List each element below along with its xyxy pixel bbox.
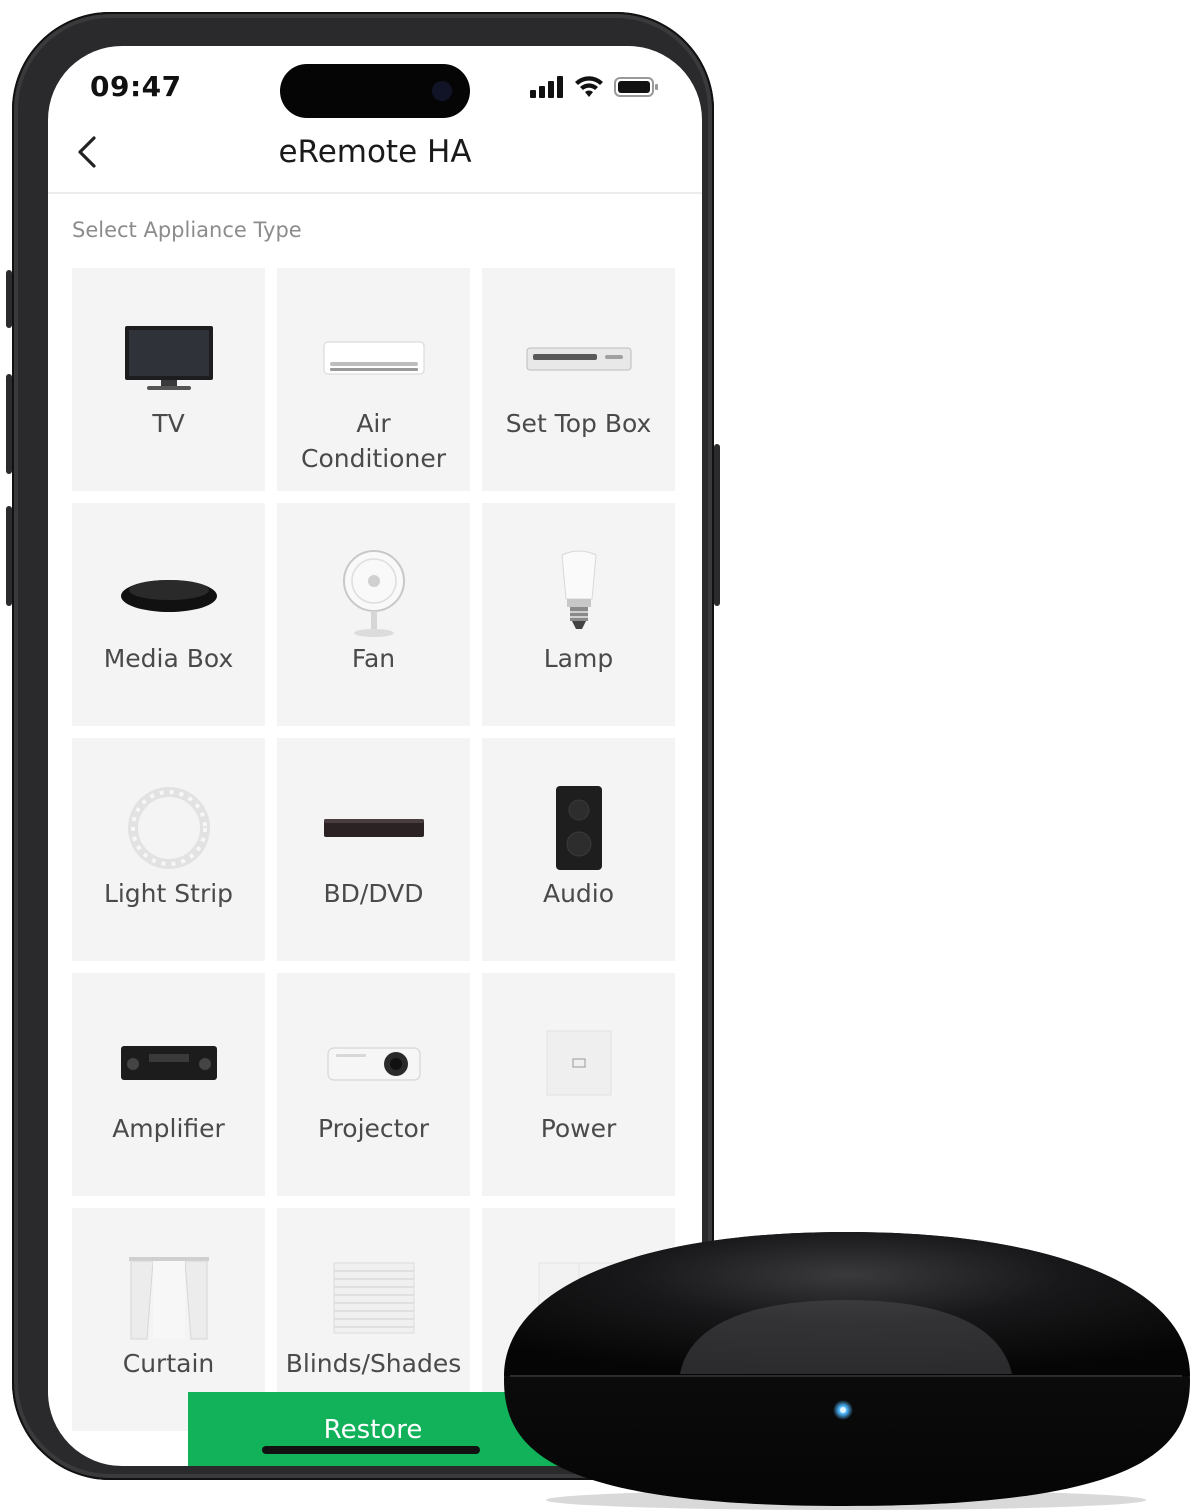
- tile-label: BD/DVD: [323, 879, 424, 908]
- appliance-tile-air-conditioner[interactable]: Air Conditioner: [277, 268, 470, 491]
- tile-label: Media Box: [103, 644, 234, 673]
- home-indicator[interactable]: [262, 1446, 480, 1454]
- tile-label: Set Top Box: [505, 409, 652, 438]
- audio-speaker-icon: [555, 786, 602, 870]
- appliance-tile-lamp[interactable]: Lamp: [482, 503, 675, 726]
- appliance-tile-light-strip[interactable]: Light Strip: [72, 738, 265, 961]
- amplifier-icon: [120, 1046, 217, 1080]
- tile-label: TV: [152, 409, 185, 438]
- dynamic-island: [280, 64, 470, 118]
- tile-label: Power: [540, 1114, 617, 1143]
- appliance-tile-fan[interactable]: Fan: [277, 503, 470, 726]
- appliance-tile-tv[interactable]: TV: [72, 268, 265, 491]
- appliance-tile-audio[interactable]: Audio: [482, 738, 675, 961]
- appliance-tile-set-top-box[interactable]: Set Top Box: [482, 268, 675, 491]
- appliance-tile-bd-dvd[interactable]: BD/DVD: [277, 738, 470, 961]
- lamp-icon: [560, 550, 597, 629]
- phone-volume-up-button: [6, 374, 12, 474]
- tile-label: Lamp: [543, 644, 614, 673]
- signal-icon: [530, 76, 563, 98]
- fan-icon: [342, 550, 405, 637]
- tv-icon: [124, 326, 213, 390]
- set-top-box-icon: [526, 347, 631, 371]
- tile-label: Air Conditioner: [301, 409, 446, 473]
- tile-label: Amplifier: [112, 1114, 225, 1143]
- tile-label: Light Strip: [103, 879, 234, 908]
- tile-label: Projector: [317, 1114, 430, 1143]
- curtain-icon: [128, 1257, 209, 1340]
- appliance-tile-projector[interactable]: Projector: [277, 973, 470, 1196]
- media-box-icon: [120, 580, 217, 612]
- ir-hub-device: [504, 1232, 1190, 1510]
- phone-action-button: [6, 270, 12, 328]
- phone-side-button: [714, 444, 720, 606]
- battery-icon: [614, 77, 658, 97]
- phone-volume-down-button: [6, 506, 12, 606]
- tile-label: Curtain: [122, 1349, 215, 1378]
- bd-dvd-icon: [323, 819, 424, 837]
- air-conditioner-icon: [323, 341, 424, 375]
- appliance-tile-amplifier[interactable]: Amplifier: [72, 973, 265, 1196]
- tile-label: Blinds/Shades: [285, 1349, 462, 1378]
- wifi-icon: [575, 76, 603, 97]
- power-outlet-icon: [546, 1030, 611, 1096]
- appliance-tile-media-box[interactable]: Media Box: [72, 503, 265, 726]
- status-icons: [530, 76, 660, 98]
- tile-label: Audio: [542, 879, 615, 908]
- appliance-tile-power[interactable]: Power: [482, 973, 675, 1196]
- front-camera: [432, 81, 452, 101]
- projector-icon: [327, 1047, 420, 1081]
- light-strip-icon: [127, 787, 210, 869]
- tile-label: Fan: [351, 644, 396, 673]
- section-label: Select Appliance Type: [72, 218, 302, 242]
- page-title: eRemote HA: [278, 134, 472, 170]
- navigation-bar: eRemote HA: [48, 116, 702, 194]
- blinds-icon: [333, 1262, 414, 1334]
- status-time: 09:47: [90, 70, 182, 103]
